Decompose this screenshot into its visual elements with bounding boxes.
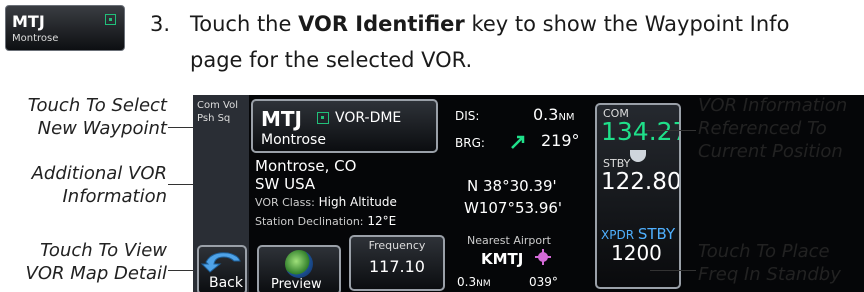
nearest-airport-distance: 0.3NM	[457, 275, 491, 289]
airport-icon	[535, 249, 551, 265]
dis-value: 0.3NM	[533, 105, 575, 124]
vor-identifier-emphasis: VOR Identifier	[298, 12, 465, 36]
vor-identifier-key-icon: MTJ Montrose	[5, 5, 125, 51]
additional-vor-info: Montrose, CO SW USA VOR Class: High Alti…	[255, 157, 445, 231]
vor-identifier-button[interactable]: MTJ VOR-DME Montrose	[251, 99, 438, 153]
manual-page: MTJ Montrose 3. Touch the VOR Identifier…	[0, 0, 864, 292]
xpdr-code[interactable]: 1200	[611, 241, 662, 265]
vor-position-info: DIS: 0.3NM BRG: 219° N 38°30.39' W107°53…	[453, 95, 593, 292]
frequency-label: Frequency	[368, 239, 426, 252]
frequency-value: 117.10	[369, 257, 425, 276]
back-arrow-icon	[200, 252, 241, 273]
dis-label: DIS:	[455, 109, 480, 123]
longitude: W107°53.96'	[464, 199, 563, 217]
back-button[interactable]: Back	[197, 245, 247, 292]
key-icon-name: Montrose	[12, 33, 59, 44]
back-label: Back	[209, 275, 243, 291]
callout-vor-information: VOR Information Referenced To Current Po…	[698, 95, 848, 162]
bearing-arrow-icon	[511, 135, 525, 149]
nearest-airport-ident: KMTJ	[481, 250, 524, 268]
callout-map-detail: Touch To View VOR Map Detail	[25, 240, 167, 284]
preview-label: Preview	[271, 277, 322, 292]
vor-ident: MTJ	[261, 107, 302, 131]
callout-standby: Touch To Place Freq In Standby	[698, 241, 841, 285]
vor-region: SW USA	[255, 175, 316, 193]
vor-class: VOR Class: High Altitude	[255, 195, 397, 209]
instruction-line-2: page for the selected VOR.	[190, 48, 473, 72]
frequency-swap-icon[interactable]	[630, 150, 646, 162]
preview-button[interactable]: Preview	[257, 245, 341, 292]
vor-name: Montrose	[261, 132, 326, 148]
nearest-airport-bearing: 039°	[529, 275, 558, 289]
nearest-airport-label: Nearest Airport	[467, 234, 551, 247]
leader-vor-info	[646, 130, 696, 131]
instruction-line-1: Touch the VOR Identifier key to show the…	[190, 12, 790, 36]
vor-symbol-icon	[105, 14, 116, 25]
brg-label: BRG:	[455, 136, 485, 150]
brg-value: 219°	[541, 131, 580, 150]
com-active-frequency[interactable]: 134.27	[601, 117, 679, 146]
leader-standby	[650, 270, 696, 271]
vor-dme-symbol-icon	[317, 112, 329, 124]
callout-additional-info: Additional VOR Information	[31, 163, 167, 207]
latitude: N 38°30.39'	[467, 177, 557, 195]
callout-select-waypoint: Touch To Select New Waypoint	[27, 95, 167, 139]
globe-icon	[285, 250, 313, 278]
com-standby-frequency[interactable]: 122.80	[601, 169, 679, 195]
vor-city: Montrose, CO	[255, 157, 357, 175]
station-declination: Station Declination: 12°E	[255, 214, 397, 228]
vor-type: VOR-DME	[335, 110, 402, 126]
key-icon-ident: MTJ	[12, 12, 45, 31]
step-number: 3.	[150, 12, 171, 36]
frequency-button[interactable]: Frequency 117.10	[349, 235, 445, 291]
